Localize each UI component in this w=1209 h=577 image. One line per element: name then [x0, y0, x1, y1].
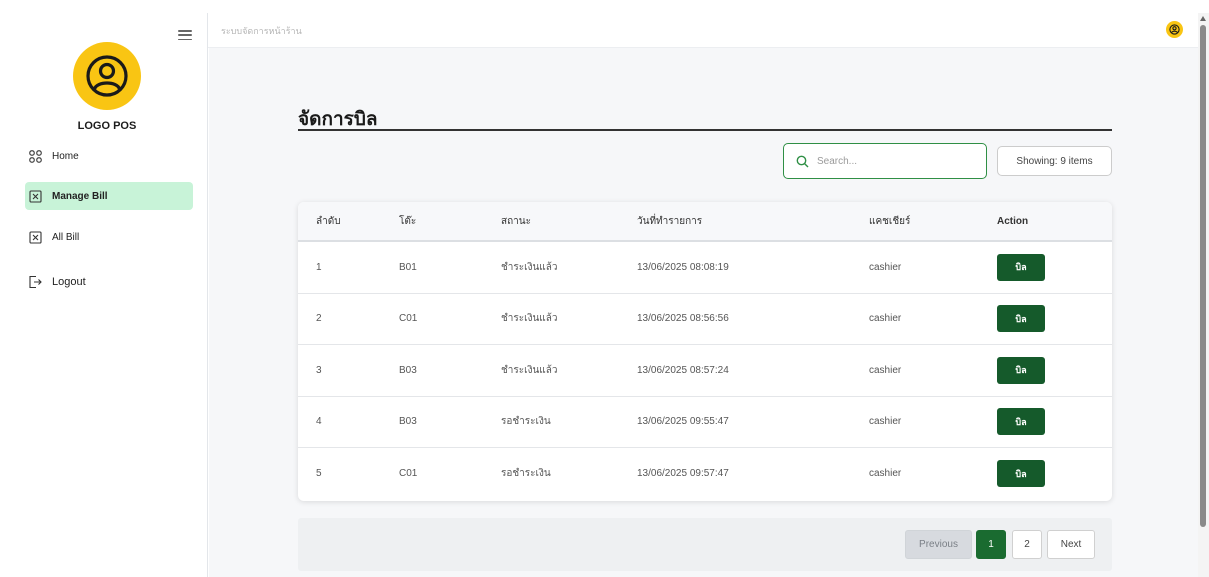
logout-icon — [28, 275, 42, 289]
cell-table: B03 — [399, 416, 417, 428]
previous-button[interactable]: Previous — [905, 530, 972, 559]
receipt-icon — [28, 230, 42, 244]
cell-status: ชำระเงินแล้ว — [501, 313, 558, 325]
title-divider — [298, 129, 1112, 131]
sidebar-item-label: Home — [52, 150, 79, 162]
page-scrollbar[interactable] — [1198, 13, 1209, 577]
showing-count-badge: Showing: 9 items — [997, 146, 1112, 176]
header-action: Action — [997, 215, 1029, 227]
cell-date: 13/06/2025 08:08:19 — [637, 261, 729, 273]
table-row: 2 C01 ชำระเงินแล้ว 13/06/2025 08:56:56 c… — [298, 294, 1112, 345]
bill-button[interactable]: บิล — [997, 460, 1045, 488]
cell-action: บิล — [997, 448, 1045, 500]
cell-cashier: cashier — [869, 261, 902, 273]
header-date: วันที่ทำรายการ — [637, 215, 703, 227]
bill-button[interactable]: บิล — [997, 356, 1045, 384]
table-header: ลำดับ โต๊ะ สถานะ วันที่ทำรายการ แคชเชียร… — [298, 202, 1112, 242]
logo-user-icon — [73, 42, 141, 110]
cell-no: 3 — [316, 364, 322, 376]
topbar: ระบบจัดการหน้าร้าน — [208, 13, 1198, 48]
sidebar-item-label: Manage Bill — [52, 190, 108, 202]
search-box[interactable] — [783, 143, 987, 179]
sidebar-item-home[interactable]: Home — [25, 142, 193, 170]
cell-cashier: cashier — [869, 468, 902, 480]
logo-text: LOGO POS — [77, 120, 137, 132]
header-status: สถานะ — [501, 215, 531, 227]
table-row: 4 B03 รอชำระเงิน 13/06/2025 09:55:47 cas… — [298, 397, 1112, 448]
table-row: 3 B03 ชำระเงินแล้ว 13/06/2025 08:57:24 c… — [298, 345, 1112, 397]
hamburger-menu-icon[interactable] — [178, 30, 192, 40]
cell-status: รอชำระเงิน — [501, 468, 551, 480]
sidebar-item-logout[interactable]: Logout — [25, 268, 193, 296]
cell-cashier: cashier — [869, 364, 902, 376]
pagination-bar: Previous 1 2 Next — [298, 518, 1112, 571]
bill-button[interactable]: บิล — [997, 253, 1045, 281]
cell-status: รอชำระเงิน — [501, 416, 551, 428]
cell-action: บิล — [997, 397, 1045, 448]
header-cashier: แคชเชียร์ — [869, 215, 911, 227]
cell-table: B03 — [399, 364, 417, 376]
cell-status: ชำระเงินแล้ว — [501, 364, 558, 376]
page-2-button[interactable]: 2 — [1012, 530, 1042, 559]
next-button[interactable]: Next — [1047, 530, 1095, 559]
table-row: 5 C01 รอชำระเงิน 13/06/2025 09:57:47 cas… — [298, 448, 1112, 500]
cell-action: บิล — [997, 242, 1045, 293]
cell-date: 13/06/2025 08:57:24 — [637, 364, 729, 376]
topbar-title: ระบบจัดการหน้าร้าน — [221, 26, 302, 36]
receipt-icon — [28, 189, 42, 203]
sidebar-item-label: All Bill — [52, 231, 80, 243]
cell-no: 2 — [316, 313, 322, 325]
user-avatar-icon[interactable] — [1166, 21, 1183, 38]
cell-date: 13/06/2025 09:55:47 — [637, 416, 729, 428]
cell-table: C01 — [399, 313, 418, 325]
sidebar-item-label: Logout — [52, 276, 86, 288]
cell-cashier: cashier — [869, 313, 902, 325]
cell-action: บิล — [997, 294, 1045, 345]
bill-button[interactable]: บิล — [997, 408, 1045, 436]
header-table: โต๊ะ — [399, 215, 417, 227]
table-row: 1 B01 ชำระเงินแล้ว 13/06/2025 08:08:19 c… — [298, 242, 1112, 294]
cell-no: 4 — [316, 416, 322, 428]
cell-action: บิล — [997, 345, 1045, 396]
cell-no: 5 — [316, 468, 322, 480]
cell-no: 1 — [316, 261, 322, 273]
scroll-up-arrow-icon[interactable] — [1200, 16, 1206, 21]
bill-button[interactable]: บิล — [997, 305, 1045, 333]
page-1-button[interactable]: 1 — [976, 530, 1006, 559]
sidebar-item-manage-bill[interactable]: Manage Bill — [25, 182, 193, 210]
search-input[interactable] — [817, 155, 967, 167]
grid-icon — [28, 149, 42, 163]
cell-table: C01 — [399, 468, 418, 480]
app: LOGO POS Home Manage Bill All Bill Logou… — [0, 0, 1209, 577]
cell-status: ชำระเงินแล้ว — [501, 261, 558, 273]
cell-cashier: cashier — [869, 416, 902, 428]
cell-date: 13/06/2025 09:57:47 — [637, 468, 729, 480]
cell-table: B01 — [399, 261, 417, 273]
cell-date: 13/06/2025 08:56:56 — [637, 313, 729, 325]
header-no: ลำดับ — [316, 215, 341, 227]
scroll-thumb[interactable] — [1200, 25, 1206, 527]
bill-table: ลำดับ โต๊ะ สถานะ วันที่ทำรายการ แคชเชียร… — [298, 202, 1112, 501]
search-icon — [796, 155, 809, 167]
sidebar-item-all-bill[interactable]: All Bill — [25, 223, 193, 251]
